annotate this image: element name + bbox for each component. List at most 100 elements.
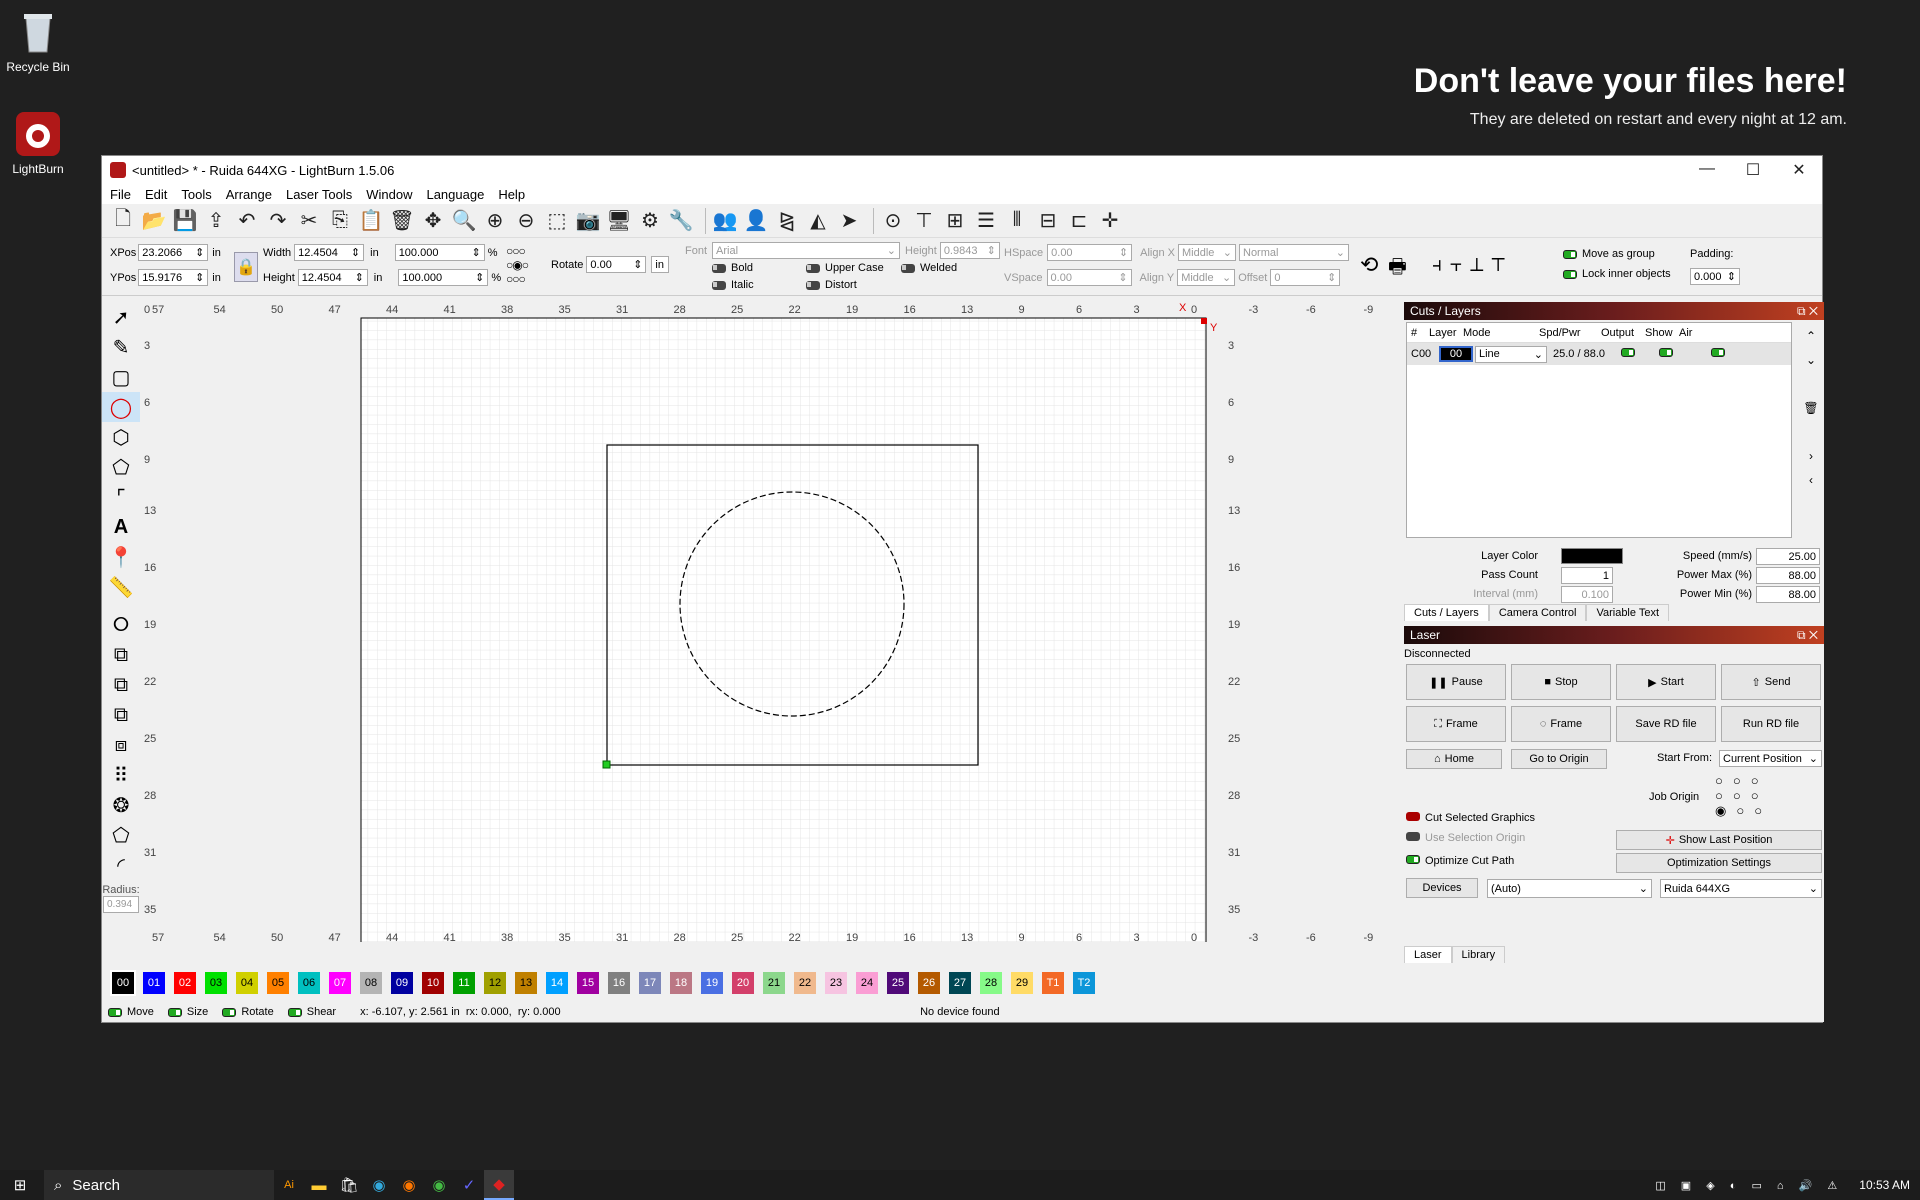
italic-toggle[interactable]: Italic: [731, 279, 754, 291]
rotate-unit-button[interactable]: in: [651, 256, 670, 273]
palette-swatch[interactable]: 22: [794, 972, 816, 994]
save-rd-button[interactable]: Save RD file: [1616, 706, 1716, 742]
workspace-canvas[interactable]: X Y 57 57 54 54 50 50 47 47 44 44 41 41 38 38 35 35 31 31…: [142, 302, 1497, 949]
store-icon[interactable]: 🛍: [334, 1170, 364, 1200]
weld-icon[interactable]: ⧉: [102, 640, 140, 670]
hspace-input[interactable]: 0.00 ⇕: [1047, 244, 1133, 261]
select-arrow-icon[interactable]: ➚: [102, 302, 140, 332]
tray-icons[interactable]: ◫ ▣ ◈ ◐ ▭ ⌂ 🔊 ⚠: [1649, 1170, 1849, 1200]
palette-swatch[interactable]: 25: [887, 972, 909, 994]
position-pin-icon[interactable]: 📍: [102, 542, 140, 572]
distribute-h-icon[interactable]: ⫴: [1004, 208, 1030, 234]
ellipse-icon[interactable]: ◯: [102, 392, 140, 422]
chrome-icon[interactable]: ◉: [424, 1170, 454, 1200]
palette-swatch[interactable]: 12: [484, 972, 506, 994]
home-button[interactable]: ⌂ Home: [1406, 749, 1502, 769]
app-v-icon[interactable]: ✓: [454, 1170, 484, 1200]
palette-swatch[interactable]: 00: [110, 970, 136, 996]
send-button[interactable]: ⇧ Send: [1721, 664, 1821, 700]
snap-move-toggle[interactable]: Move: [127, 1006, 154, 1018]
menu-edit[interactable]: Edit: [145, 187, 167, 202]
zoom-pan-icon[interactable]: 🔍: [451, 208, 477, 234]
padding-input[interactable]: 0.000 ⇕: [1690, 268, 1740, 285]
delete-layer-icon[interactable]: 🗑: [1800, 396, 1822, 420]
palette-swatch[interactable]: 02: [174, 972, 196, 994]
file-explorer-icon[interactable]: ▬: [304, 1170, 334, 1200]
move-down-icon[interactable]: ⌄: [1800, 348, 1822, 372]
lock-aspect-icon[interactable]: 🔒: [234, 252, 258, 282]
interval-input[interactable]: 0.100: [1561, 586, 1613, 603]
menu-laser-tools[interactable]: Laser Tools: [286, 187, 352, 202]
minimize-button[interactable]: —: [1684, 160, 1730, 180]
font-select[interactable]: Arial ⌄: [712, 242, 901, 259]
alignx-select[interactable]: Middle ⌄: [1178, 244, 1236, 261]
palette-swatch[interactable]: 05: [267, 972, 289, 994]
open-folder-icon[interactable]: 📂: [141, 208, 167, 234]
offset-input[interactable]: 0 ⇕: [1270, 269, 1341, 286]
palette-swatch[interactable]: 04: [236, 972, 258, 994]
rectangle-icon[interactable]: ▢: [102, 362, 140, 392]
align-top-icon[interactable]: ⊤: [911, 208, 937, 234]
palette-swatch[interactable]: 10: [422, 972, 444, 994]
align-center-icon[interactable]: ⊞: [942, 208, 968, 234]
paste-icon[interactable]: 📋: [358, 208, 384, 234]
print-layout-icon[interactable]: 🖶: [1388, 252, 1407, 286]
dock-icon[interactable]: ⊟: [1035, 208, 1061, 234]
power-min-input[interactable]: 88.00: [1756, 586, 1820, 603]
palette-swatch[interactable]: 24: [856, 972, 878, 994]
font-height-input[interactable]: 0.9843 ⇕: [939, 242, 1000, 259]
new-file-icon[interactable]: 🗋: [110, 208, 136, 234]
xpos-input[interactable]: 23.2066 ⇕: [138, 244, 209, 261]
text-mode-select[interactable]: Normal ⌄: [1239, 244, 1349, 261]
tools-icon[interactable]: 🔧: [668, 208, 694, 234]
menu-help[interactable]: Help: [498, 187, 525, 202]
ypos-input[interactable]: 15.9176 ⇕: [138, 269, 209, 286]
devices-button[interactable]: Devices: [1406, 878, 1478, 898]
power-max-input[interactable]: 88.00: [1756, 567, 1820, 584]
fillet-icon[interactable]: ◜: [102, 850, 140, 880]
snap-rotate-toggle[interactable]: Rotate: [241, 1006, 273, 1018]
palette-swatch[interactable]: 27: [949, 972, 971, 994]
clock[interactable]: 10:53 AM: [1859, 1178, 1910, 1192]
tab-variable-text[interactable]: Variable Text: [1586, 604, 1670, 621]
export-icon[interactable]: ⇪: [203, 208, 229, 234]
go-to-origin-button[interactable]: Go to Origin: [1511, 749, 1607, 769]
cut-selected-toggle[interactable]: Cut Selected Graphics: [1425, 812, 1535, 824]
palette-swatch[interactable]: 23: [825, 972, 847, 994]
zoom-in-icon[interactable]: ⊕: [482, 208, 508, 234]
menu-language[interactable]: Language: [426, 187, 484, 202]
text-icon[interactable]: A: [102, 512, 140, 542]
palette-swatch[interactable]: 15: [577, 972, 599, 994]
radius-input[interactable]: 0.394: [103, 896, 139, 913]
camera-icon[interactable]: 📷: [575, 208, 601, 234]
start-from-select[interactable]: Current Position ⌄: [1719, 750, 1822, 767]
tab-cuts-layers[interactable]: Cuts / Layers: [1404, 604, 1489, 621]
layer-color-swatch[interactable]: [1561, 548, 1623, 564]
tab-library[interactable]: Library: [1451, 946, 1506, 963]
circular-array-icon[interactable]: ❂: [102, 790, 140, 820]
frame-circle-button[interactable]: ◌ Frame: [1511, 706, 1611, 742]
vspace-input[interactable]: 0.00 ⇕: [1046, 269, 1132, 286]
speed-input[interactable]: 25.00: [1756, 548, 1820, 565]
palette-swatch[interactable]: 11: [453, 972, 475, 994]
copy-icon[interactable]: ⎘: [327, 208, 353, 234]
scale-w-input[interactable]: 100.000 ⇕: [394, 244, 485, 261]
palette-swatch[interactable]: 14: [546, 972, 568, 994]
upper-case-toggle[interactable]: Upper Case: [825, 262, 884, 274]
ungroup-icon[interactable]: 👤: [743, 208, 769, 234]
job-origin-grid[interactable]: ○○○ ○○○ ◉○○: [1715, 773, 1772, 818]
edit-nodes-icon[interactable]: ⌜: [102, 482, 140, 512]
crosshair-icon[interactable]: ✛: [1097, 208, 1123, 234]
laser-panel-close-icon[interactable]: ⧉ ✕: [1797, 628, 1818, 643]
air-toggle[interactable]: [1711, 348, 1725, 357]
palette-swatch[interactable]: 17: [639, 972, 661, 994]
cut-icon[interactable]: ✂: [296, 208, 322, 234]
panel-close-icon[interactable]: ⧉ ✕: [1797, 304, 1818, 319]
flip-horizontal-icon[interactable]: ⧎: [774, 208, 800, 234]
recycle-bin-icon[interactable]: Recycle Bin: [0, 8, 78, 74]
height-input[interactable]: 12.4504 ⇕: [297, 269, 368, 286]
close-button[interactable]: ✕: [1776, 160, 1822, 180]
start-button[interactable]: ▶ Start: [1616, 664, 1716, 700]
taskbar-search[interactable]: ⌕ Search: [44, 1170, 274, 1200]
menu-tools[interactable]: Tools: [181, 187, 211, 202]
